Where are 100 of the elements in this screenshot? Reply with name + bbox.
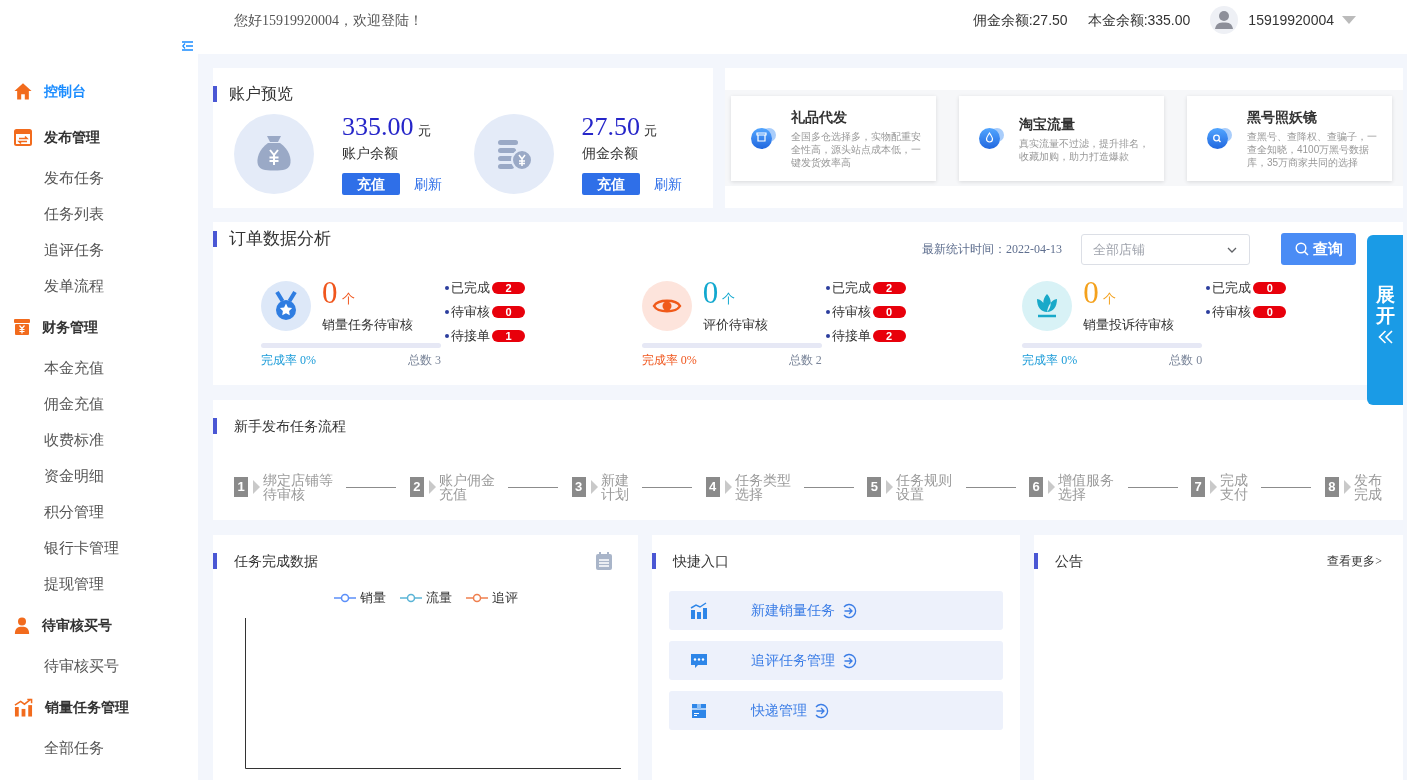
chevron-down-icon[interactable] <box>1227 246 1237 253</box>
stat-unit: 个 <box>722 290 736 308</box>
step-label: 增值服务 选择 <box>1058 473 1115 501</box>
accent-bar-icon <box>1034 553 1038 569</box>
magnifier-icon <box>1206 126 1232 150</box>
store-select[interactable]: 全部店铺 <box>1081 233 1250 265</box>
triangle-right-icon <box>590 480 598 494</box>
card-title: 订单数据分析 <box>229 228 331 251</box>
status-label: 待审核 <box>1212 303 1252 322</box>
menu-item[interactable]: 销量任务管理 <box>14 696 129 718</box>
menu-item[interactable]: 待审核买号 <box>14 614 112 636</box>
submenu-item[interactable]: 发单流程 <box>44 274 104 298</box>
submenu-item[interactable]: 全部任务 <box>44 736 104 760</box>
step-label: 发布 完成 <box>1353 473 1382 501</box>
promo-card[interactable]: 淘宝流量 真实流量不过滤，提升排名，收藏加购，助力打造爆款 <box>959 95 1164 181</box>
completion-rate: 完成率 0% <box>641 352 697 369</box>
collapse-menu-icon[interactable] <box>182 41 193 51</box>
accent-bar-icon <box>652 553 656 569</box>
submenu-item[interactable]: 积分管理 <box>44 500 104 524</box>
stat-label: 评价待审核 <box>702 316 768 334</box>
stat-count: 0 <box>702 276 719 310</box>
submenu-item[interactable]: 本金充值 <box>44 356 104 380</box>
triangle-right-icon <box>253 480 260 494</box>
swap-icon <box>14 128 32 146</box>
status-label: 已完成 <box>831 279 871 298</box>
menu-item[interactable]: 财务管理 <box>14 316 98 338</box>
principal-balance: 本金余额:335.00 <box>1087 10 1191 30</box>
bullet-icon <box>1206 310 1211 314</box>
commission-balance: 佣金余额:27.50 <box>972 10 1068 30</box>
step-label: 账户佣金 充值 <box>438 473 495 501</box>
chat-bubble-icon <box>690 651 708 670</box>
count-badge: 0 <box>1253 306 1287 318</box>
bullet-icon <box>825 334 830 338</box>
submenu-item[interactable]: 提现管理 <box>44 572 104 596</box>
stat-unit: 个 <box>1102 290 1116 308</box>
submenu-item[interactable]: 资金明细 <box>44 464 104 488</box>
step-label: 完成 支付 <box>1220 473 1249 501</box>
promo-description: 真实流量不过滤，提升排名，收藏加购，助力打造爆款 <box>1019 136 1150 163</box>
submenu-item[interactable]: 追评任务 <box>44 238 104 262</box>
stat-count: 0 <box>1083 276 1099 310</box>
submenu-item[interactable]: 收费标准 <box>44 428 104 452</box>
stat-label: 销量投诉待审核 <box>1083 316 1175 334</box>
status-label: 已完成 <box>451 279 490 298</box>
triangle-right-icon <box>1048 480 1056 494</box>
bullet-icon <box>825 310 830 314</box>
step-label: 绑定店铺等 待审核 <box>263 473 333 501</box>
update-time: 最新统计时间：2022-04-13 <box>922 241 1062 258</box>
legend-marker-icon[interactable] <box>333 593 356 603</box>
medal-icon <box>261 280 311 331</box>
status-label: 待接单 <box>451 327 490 346</box>
count-badge: 0 <box>1253 282 1287 294</box>
promo-title: 礼品代发 <box>791 108 848 127</box>
stat-label: 销量任务待审核 <box>322 316 413 334</box>
eye-icon <box>641 280 692 331</box>
step-number: 8 <box>1324 477 1339 497</box>
stat-unit: 个 <box>341 290 355 308</box>
step-connector <box>642 486 693 488</box>
submenu-item[interactable]: 佣金充值 <box>44 392 104 416</box>
lotus-icon <box>1022 280 1073 331</box>
step-number: 6 <box>1029 477 1044 497</box>
menu-item[interactable]: 发布管理 <box>14 126 100 148</box>
step-number: 5 <box>867 477 882 497</box>
more-link[interactable]: 查看更多> <box>1327 552 1382 570</box>
accent-bar-icon <box>213 553 217 569</box>
arrow-circle-right-icon <box>813 702 829 719</box>
shortcut-link[interactable]: 快递管理 <box>669 691 1003 730</box>
card-title: 账户预览 <box>229 84 293 104</box>
card-title: 公告 <box>1055 551 1083 571</box>
accent-bar-icon <box>213 231 217 247</box>
step-number: 3 <box>571 477 586 497</box>
refresh-link[interactable]: 刷新 <box>414 173 442 195</box>
count-badge: 2 <box>872 282 906 294</box>
submenu-item[interactable]: 待审核买号 <box>44 654 119 678</box>
shortcut-link[interactable]: 追评任务管理 <box>669 641 1003 680</box>
refresh-link[interactable]: 刷新 <box>653 173 682 195</box>
count-badge: 1 <box>492 330 525 342</box>
legend-label: 追评 <box>491 589 518 608</box>
shortcut-link[interactable]: 新建销量任务 <box>669 591 1003 630</box>
currency-unit: 元 <box>417 122 431 140</box>
recharge-button[interactable]: 充值 <box>581 173 640 195</box>
submenu-item[interactable]: 银行卡管理 <box>44 536 119 560</box>
recharge-button[interactable]: 充值 <box>342 173 400 195</box>
step-number: 1 <box>234 477 248 497</box>
legend-marker-icon[interactable] <box>465 593 488 603</box>
status-label: 待审核 <box>831 303 871 322</box>
card-title: 新手发布任务流程 <box>234 416 346 436</box>
submenu-item[interactable]: 任务列表 <box>44 202 104 226</box>
legend-marker-icon[interactable] <box>399 593 422 603</box>
count-badge: 2 <box>492 282 525 294</box>
arrow-circle-right-icon <box>841 652 857 669</box>
calendar-icon[interactable] <box>596 552 612 570</box>
submenu-item[interactable]: 发布任务 <box>44 166 104 190</box>
arrow-circle-right-icon <box>841 602 857 619</box>
home-icon <box>14 82 32 100</box>
caret-down-icon[interactable] <box>1342 16 1356 24</box>
yen-box-icon <box>14 319 30 335</box>
user-icon <box>14 615 30 635</box>
avatar-icon[interactable] <box>1210 6 1239 34</box>
step-connector <box>965 486 1016 488</box>
username[interactable]: 15919920004 <box>1248 9 1334 31</box>
